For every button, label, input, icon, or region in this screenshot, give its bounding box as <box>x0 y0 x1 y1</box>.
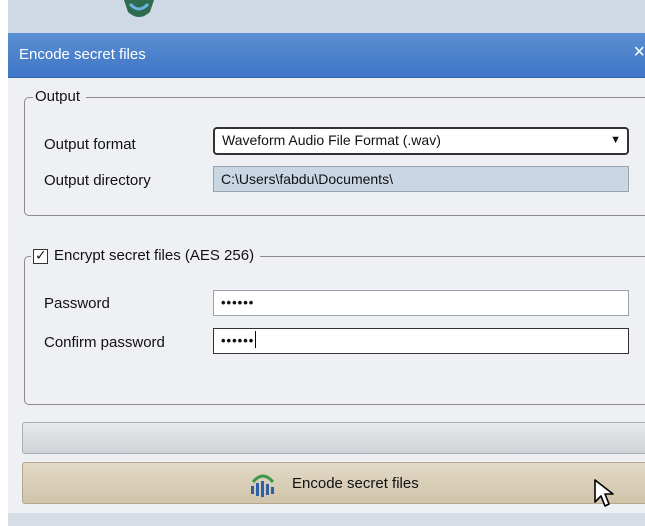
dropdown-arrow-icon[interactable]: ▼ <box>610 129 621 151</box>
confirm-password-value: •••••• <box>221 333 255 348</box>
password-input[interactable]: •••••• <box>213 290 629 316</box>
confirm-password-label: Confirm password <box>44 334 165 351</box>
background-window-strip <box>8 0 645 33</box>
mouse-pointer-icon <box>594 479 614 507</box>
password-value: •••••• <box>221 295 255 310</box>
encode-secret-files-button[interactable]: Encode secret files <box>22 462 645 504</box>
output-format-value: Waveform Audio File Format (.wav) <box>222 132 441 148</box>
confirm-password-input[interactable]: •••••• <box>213 328 629 354</box>
text-caret <box>255 331 257 348</box>
status-strip <box>8 513 645 526</box>
dialog-titlebar: Encode secret files × <box>8 33 645 78</box>
encode-wave-icon <box>251 474 275 497</box>
dialog-body: Output Output format Waveform Audio File… <box>8 78 645 526</box>
encrypt-group-legend: ✓ Encrypt secret files (AES 256) <box>31 246 261 265</box>
output-format-label: Output format <box>44 136 136 153</box>
encrypt-checkbox-label[interactable]: Encrypt secret files (AES 256) <box>54 247 254 265</box>
output-group-legend: Output <box>33 88 87 106</box>
checkmark-icon: ✓ <box>35 246 47 263</box>
app-window: Encode secret files × Output Output form… <box>8 0 645 526</box>
progress-bar <box>22 422 645 454</box>
output-group: Output Output format Waveform Audio File… <box>24 88 645 216</box>
output-directory-label: Output directory <box>44 172 151 189</box>
encode-button-label: Encode secret files <box>292 475 419 492</box>
dialog-title: Encode secret files <box>19 46 146 63</box>
encrypt-group: ✓ Encrypt secret files (AES 256) Passwor… <box>24 247 645 405</box>
password-label: Password <box>44 295 110 312</box>
close-icon[interactable]: × <box>633 41 645 64</box>
output-directory-field[interactable]: C:\Users\fabdu\Documents\ <box>213 166 629 192</box>
output-directory-value: C:\Users\fabdu\Documents\ <box>221 171 393 187</box>
output-format-select[interactable]: Waveform Audio File Format (.wav) ▼ <box>213 127 629 155</box>
encrypt-checkbox[interactable]: ✓ <box>33 246 48 264</box>
app-icon <box>124 0 154 17</box>
